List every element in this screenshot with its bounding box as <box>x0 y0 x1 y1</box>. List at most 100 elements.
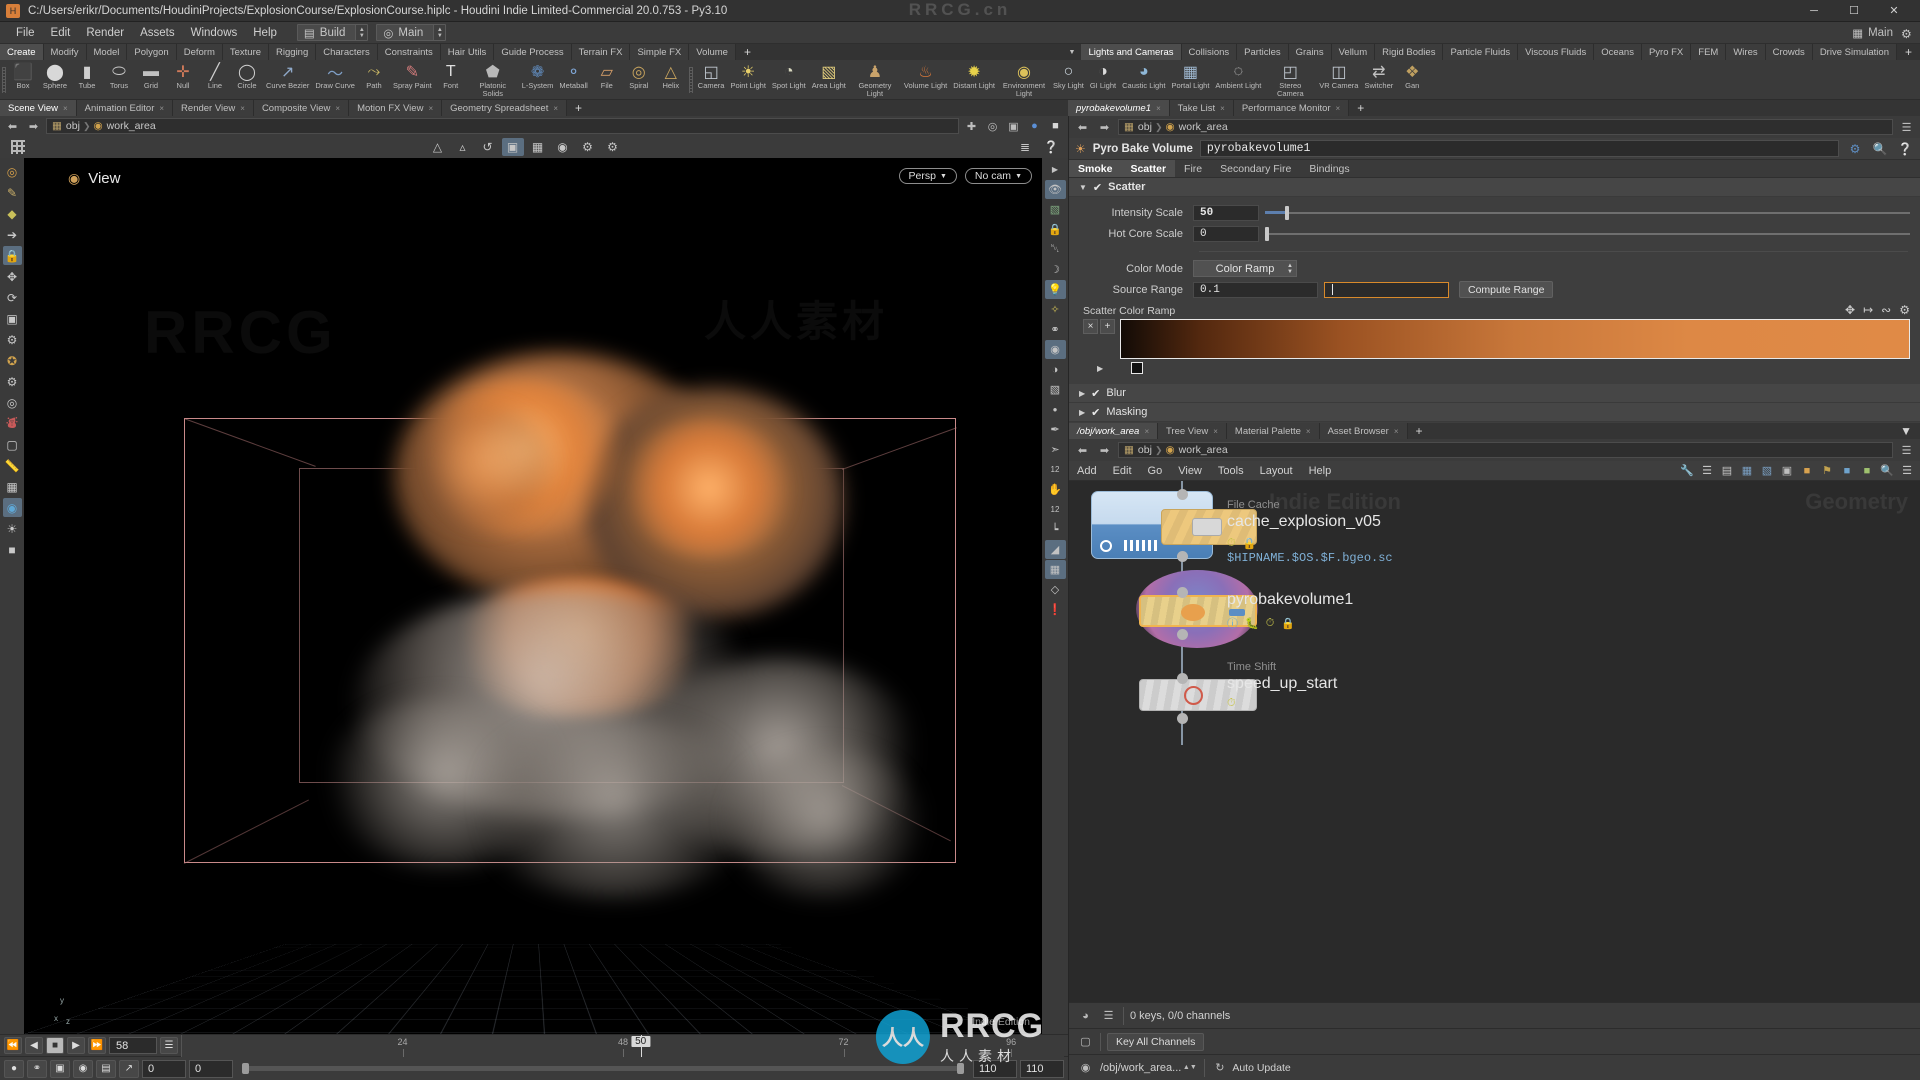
shelf-tool-platonic-solids[interactable]: ⬟ Platonic Solids <box>467 60 519 98</box>
shelf-tool-stereo-camera[interactable]: ◰ Stereo Camera <box>1264 60 1316 98</box>
menu-edit[interactable]: Edit <box>43 25 79 41</box>
spot-light-display-icon[interactable]: ⚭ <box>1045 320 1066 339</box>
close-icon[interactable]: × <box>1144 427 1149 436</box>
breadcrumb-obj[interactable]: obj <box>66 120 80 132</box>
timeline[interactable]: 24 48 72 96 50 <box>181 1034 1064 1057</box>
source-range-field-1[interactable]: 0.1 <box>1193 281 1318 298</box>
viewport-breadcrumb[interactable]: ▦ obj ❯ ◉ work_area <box>46 118 959 134</box>
network-canvas[interactable]: Indie Edition Geometry File Cache cache_… <box>1069 481 1920 1002</box>
shelf-tab-constraints[interactable]: Constraints <box>377 44 441 60</box>
group-tool-icon[interactable]: ▦ <box>3 477 22 496</box>
minimize-button[interactable]: ─ <box>1794 0 1834 22</box>
shelf-tab-particles[interactable]: Particles <box>1237 44 1289 60</box>
shelf-tool-gan[interactable]: ❖ Gan <box>1396 60 1428 90</box>
flat-display-icon[interactable]: ■ <box>1047 118 1064 134</box>
frame-options-button[interactable]: ☰ <box>160 1037 178 1054</box>
shelf-tab-terrain-fx[interactable]: Terrain FX <box>571 44 631 60</box>
wrench-icon[interactable]: 🔧 <box>1679 463 1695 479</box>
grid-layout-icon[interactable]: ▦ <box>1739 463 1755 479</box>
maximize-button[interactable]: ☐ <box>1834 0 1874 22</box>
shelf-tool-spot-light[interactable]: ◔ Spot Light <box>769 60 809 90</box>
forward-arrow-icon[interactable]: ➡ <box>1096 119 1113 135</box>
lock-icon[interactable]: 🔒 <box>1243 537 1257 550</box>
pin-icon[interactable]: ✚ <box>963 118 980 134</box>
context-selector[interactable]: ◎ Main ▲ ▼ <box>376 24 447 41</box>
shelf-tool-metaball[interactable]: ⚬ Metaball <box>556 60 590 90</box>
wire-display-icon[interactable]: ▦ <box>527 138 549 156</box>
scale-tool-icon[interactable]: ▣ <box>3 309 22 328</box>
breadcrumb-work-area[interactable]: work_area <box>1179 121 1228 133</box>
network-expand-icon[interactable]: ☰ <box>1899 463 1915 479</box>
key-all-channels-button[interactable]: Key All Channels <box>1107 1032 1205 1051</box>
close-icon[interactable]: × <box>240 104 245 113</box>
status-spinner-icon[interactable]: ▲▼ <box>1181 1060 1198 1076</box>
network-options-icon[interactable]: ☰ <box>1898 442 1915 458</box>
pin-params-icon[interactable]: ☰ <box>1898 119 1915 135</box>
hot-core-scale-field[interactable]: 0 <box>1193 225 1259 242</box>
shelf-tool-helix[interactable]: △ Helix <box>655 60 687 90</box>
column-layout-icon[interactable]: ▧ <box>1759 463 1775 479</box>
chevron-right-icon[interactable]: ▶ <box>1079 389 1085 398</box>
close-icon[interactable]: × <box>1306 427 1311 436</box>
color-palette-icon[interactable]: ■ <box>1799 463 1815 479</box>
shelf-tool-file[interactable]: ▱ File <box>591 60 623 90</box>
list-icon[interactable]: ☰ <box>1699 463 1715 479</box>
main-indicator[interactable]: ▦ Main <box>1852 26 1893 40</box>
rotate-tool-icon[interactable]: ⟳ <box>3 288 22 307</box>
snapshot-icon[interactable]: ◉ <box>73 1059 93 1078</box>
target-icon[interactable]: ◎ <box>984 118 1001 134</box>
blur-checkbox[interactable]: ✔ <box>1091 387 1100 400</box>
tab-obj-work-area[interactable]: /obj/work_area × <box>1069 423 1158 439</box>
gear-options-icon[interactable]: ⚙ <box>602 138 624 156</box>
node-name-pyrobakevolume1[interactable]: pyrobakevolume1 <box>1227 591 1353 609</box>
box-display-icon[interactable]: ▣ <box>1005 118 1022 134</box>
clock-icon[interactable]: ⏱ <box>1227 697 1236 710</box>
tab-motion-fx-view[interactable]: Motion FX View × <box>349 100 443 116</box>
add-pane-tab-button[interactable]: + <box>567 100 590 116</box>
move-tool-icon[interactable]: ✥ <box>3 267 22 286</box>
shelf-tab-hair-utils[interactable]: Hair Utils <box>440 44 495 60</box>
shelf-tab-guide-process[interactable]: Guide Process <box>494 44 572 60</box>
shelf-tool-portal-light[interactable]: ▦ Portal Light <box>1168 60 1212 90</box>
back-arrow-icon[interactable]: ⬅ <box>1074 119 1091 135</box>
jump-start-button[interactable]: ⏪ <box>4 1037 22 1054</box>
camera-dropdown[interactable]: No cam ▼ <box>964 168 1032 184</box>
shelf-tool-environment-light[interactable]: ◉ Environment Light <box>998 60 1050 98</box>
eyedropper-icon[interactable]: ➣ <box>1045 440 1066 459</box>
cloth-tool-icon[interactable]: ▢ <box>3 435 22 454</box>
magnet-tool-icon[interactable]: ⛇ <box>3 414 22 433</box>
desktop-spinner[interactable]: ▲ ▼ <box>355 25 368 40</box>
ramp-align-icon[interactable]: ↦ <box>1863 303 1873 317</box>
shelf-tab-fem[interactable]: FEM <box>1691 44 1727 60</box>
param-tab-smoke[interactable]: Smoke <box>1069 160 1122 177</box>
close-icon[interactable]: × <box>428 104 433 113</box>
select-object-icon[interactable]: △ <box>427 138 449 156</box>
viewport-scroll-icon[interactable]: ▶ <box>1045 160 1066 179</box>
shelf-grip-left[interactable] <box>0 60 7 99</box>
tab-material-palette[interactable]: Material Palette × <box>1226 423 1320 439</box>
menu-render[interactable]: Render <box>78 25 132 41</box>
shelf-tab-vellum[interactable]: Vellum <box>1331 44 1376 60</box>
shelf-tab-rigging[interactable]: Rigging <box>269 44 317 60</box>
material-icon[interactable]: ■ <box>1839 463 1855 479</box>
breadcrumb-work-area[interactable]: work_area <box>1179 444 1228 456</box>
range-start2-field[interactable]: 0 <box>189 1059 233 1078</box>
network-menu-layout[interactable]: Layout <box>1252 461 1301 481</box>
node-output-dot[interactable] <box>1177 713 1188 724</box>
shelf-tool-torus[interactable]: ⬭ Torus <box>103 60 135 90</box>
network-menu-add[interactable]: Add <box>1069 461 1105 481</box>
volume-display-icon[interactable]: ◢ <box>1044 540 1066 559</box>
eye-display-icon[interactable]: 👁 <box>1044 180 1066 199</box>
shelf-tool-line[interactable]: ╱ Line <box>199 60 231 90</box>
chevron-right-icon[interactable]: ▶ <box>1097 364 1103 373</box>
shelf-tab-deform[interactable]: Deform <box>176 44 223 60</box>
tab-composite-view[interactable]: Composite View × <box>253 100 350 116</box>
select-arrow-icon[interactable]: ➔ <box>3 225 22 244</box>
menu-windows[interactable]: Windows <box>183 25 246 41</box>
section-masking[interactable]: ▶ ✔ Masking <box>1069 403 1920 422</box>
persp-dropdown[interactable]: Persp ▼ <box>898 168 957 184</box>
handle-tool-icon[interactable]: 🔒 <box>2 246 22 265</box>
shelf-tab-particle-fluids[interactable]: Particle Fluids <box>1443 44 1519 60</box>
back-arrow-icon[interactable]: ⬅ <box>1074 442 1091 458</box>
chop-icon[interactable]: ▣ <box>50 1059 70 1078</box>
